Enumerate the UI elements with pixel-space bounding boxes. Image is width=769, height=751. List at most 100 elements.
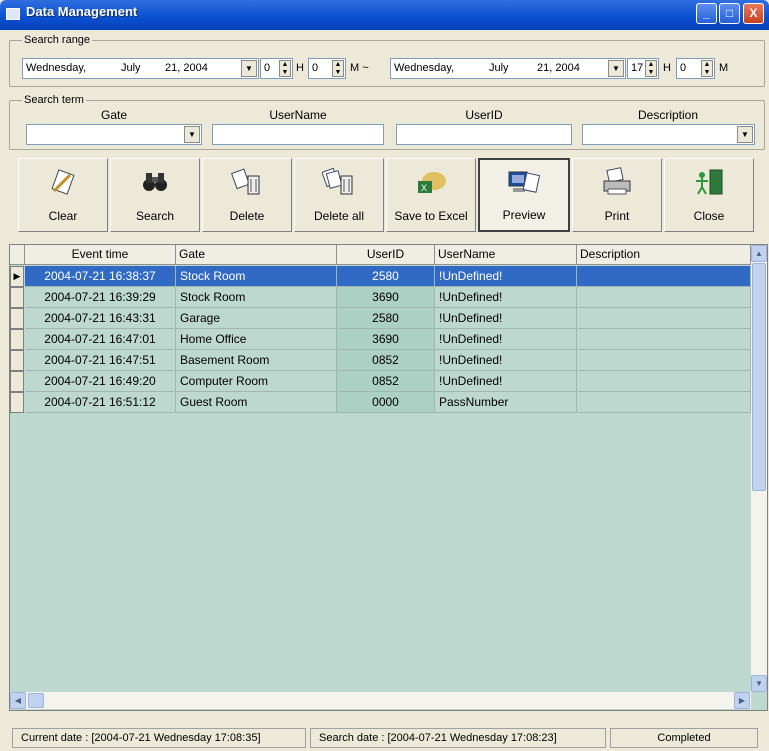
gate-combo[interactable]: ▼ xyxy=(26,124,202,145)
table-row[interactable]: 2004-07-21 16:49:20 Computer Room 0852 !UnD… xyxy=(10,371,751,392)
maximize-button[interactable]: □ xyxy=(719,3,740,24)
table-row[interactable]: 2004-07-21 16:47:51 Basement Room 0852 !UnD… xyxy=(10,350,751,371)
cell-description[interactable] xyxy=(577,392,751,413)
clear-icon xyxy=(46,167,80,197)
cell-username[interactable]: !UnDefined! xyxy=(435,329,577,350)
spin-arrows-icon[interactable]: ▲ ▼ xyxy=(279,60,291,77)
cell-time[interactable]: 2004-07-21 16:38:37 xyxy=(25,266,176,287)
cell-gate[interactable]: Guest Room xyxy=(176,392,337,413)
close-window-button[interactable]: X xyxy=(743,3,764,24)
cell-userid[interactable]: 2580 xyxy=(337,308,435,329)
cell-description[interactable] xyxy=(577,329,751,350)
start-hour-spinner[interactable]: 0 ▲ ▼ xyxy=(260,58,293,79)
column-header-userid[interactable]: UserID xyxy=(337,245,435,265)
horizontal-scrollbar[interactable]: ◀ ▶ xyxy=(10,692,751,709)
cell-username[interactable]: !UnDefined! xyxy=(435,287,577,308)
end-date-picker[interactable]: Wednesday, July 21, 2004 ▼ xyxy=(390,58,626,79)
userid-input[interactable] xyxy=(396,124,572,145)
scroll-up-icon[interactable]: ▲ xyxy=(751,245,767,262)
clear-button[interactable]: Clear xyxy=(18,158,108,232)
minimize-button[interactable]: _ xyxy=(696,3,717,24)
cell-description[interactable] xyxy=(577,371,751,392)
table-row[interactable]: 2004-07-21 16:51:12 Guest Room 0000 PassNum… xyxy=(10,392,751,413)
delete-all-button[interactable]: Delete all xyxy=(294,158,384,232)
chevron-down-icon[interactable]: ▼ xyxy=(241,60,257,77)
printer-icon xyxy=(600,167,634,197)
end-minute-spinner[interactable]: 0 ▲ ▼ xyxy=(676,58,715,79)
row-indicator[interactable] xyxy=(10,350,24,371)
column-header-event-time[interactable]: Event time xyxy=(25,245,176,265)
search-button[interactable]: Search xyxy=(110,158,200,232)
cell-time[interactable]: 2004-07-21 16:49:20 xyxy=(25,371,176,392)
row-indicator[interactable] xyxy=(10,371,24,392)
end-hour-spinner[interactable]: 17 ▲ ▼ xyxy=(627,58,659,79)
cell-username[interactable]: !UnDefined! xyxy=(435,308,577,329)
cell-gate[interactable]: Stock Room xyxy=(176,266,337,287)
vertical-scroll-thumb[interactable] xyxy=(752,263,766,491)
cell-userid[interactable]: 2580 xyxy=(337,266,435,287)
spin-arrows-icon[interactable]: ▲ ▼ xyxy=(645,60,657,77)
username-input[interactable] xyxy=(212,124,384,145)
row-indicator[interactable] xyxy=(10,308,24,329)
table-row[interactable]: ▶ 2004-07-21 16:38:37 Stock Room 2580 !UnDef… xyxy=(10,266,751,287)
horizontal-scroll-thumb[interactable] xyxy=(28,693,44,708)
event-data-grid[interactable]: Event time Gate UserID UserName Descript… xyxy=(9,244,768,711)
cell-username[interactable]: !UnDefined! xyxy=(435,266,577,287)
cell-description[interactable] xyxy=(577,287,751,308)
chevron-down-icon[interactable]: ▼ xyxy=(184,126,200,143)
title-bar[interactable]: Data Management _ □ X xyxy=(0,0,769,30)
cell-userid[interactable]: 0852 xyxy=(337,371,435,392)
scroll-left-icon[interactable]: ◀ xyxy=(10,692,26,709)
scroll-right-icon[interactable]: ▶ xyxy=(734,692,750,709)
cell-description[interactable] xyxy=(577,308,751,329)
cell-gate[interactable]: Basement Room xyxy=(176,350,337,371)
cell-time[interactable]: 2004-07-21 16:43:31 xyxy=(25,308,176,329)
print-button[interactable]: Print xyxy=(572,158,662,232)
cell-userid[interactable]: 3690 xyxy=(337,287,435,308)
cell-gate[interactable]: Stock Room xyxy=(176,287,337,308)
spin-arrows-icon[interactable]: ▲ ▼ xyxy=(332,60,344,77)
save-to-excel-button[interactable]: X Save to Excel xyxy=(386,158,476,232)
table-row[interactable]: 2004-07-21 16:39:29 Stock Room 3690 !UnDefi… xyxy=(10,287,751,308)
cell-time[interactable]: 2004-07-21 16:39:29 xyxy=(25,287,176,308)
cell-description[interactable] xyxy=(577,266,751,287)
close-button[interactable]: Close xyxy=(664,158,754,232)
column-header-gate[interactable]: Gate xyxy=(176,245,337,265)
scroll-down-icon[interactable]: ▼ xyxy=(751,675,767,692)
cell-gate[interactable]: Computer Room xyxy=(176,371,337,392)
start-date-picker[interactable]: Wednesday, July 21, 2004 ▼ xyxy=(22,58,259,79)
cell-gate[interactable]: Garage xyxy=(176,308,337,329)
chevron-down-icon[interactable]: ▼ xyxy=(737,126,753,143)
vertical-scrollbar[interactable]: ▲ ▼ xyxy=(751,245,767,692)
table-row[interactable]: 2004-07-21 16:47:01 Home Office 3690 !UnDef… xyxy=(10,329,751,350)
cell-description[interactable] xyxy=(577,350,751,371)
column-header-description[interactable]: Description xyxy=(577,245,751,265)
data-management-window: Data Management _ □ X Search range Wedne… xyxy=(0,0,769,751)
spin-arrows-icon[interactable]: ▲ ▼ xyxy=(701,60,713,77)
cell-username[interactable]: !UnDefined! xyxy=(435,371,577,392)
row-pointer-icon[interactable]: ▶ xyxy=(10,266,24,287)
excel-icon: X xyxy=(414,167,448,197)
cell-username[interactable]: !UnDefined! xyxy=(435,350,577,371)
cell-userid[interactable]: 3690 xyxy=(337,329,435,350)
cell-time[interactable]: 2004-07-21 16:51:12 xyxy=(25,392,176,413)
row-indicator[interactable] xyxy=(10,287,24,308)
cell-time[interactable]: 2004-07-21 16:47:01 xyxy=(25,329,176,350)
cell-gate[interactable]: Home Office xyxy=(176,329,337,350)
start-minute-spinner[interactable]: 0 ▲ ▼ xyxy=(308,58,346,79)
column-header-username[interactable]: UserName xyxy=(435,245,577,265)
table-row[interactable]: 2004-07-21 16:43:31 Garage 2580 !UnDefined! xyxy=(10,308,751,329)
cell-userid[interactable]: 0852 xyxy=(337,350,435,371)
username-header: UserName xyxy=(269,108,327,122)
cell-username[interactable]: PassNumber xyxy=(435,392,577,413)
preview-button[interactable]: Preview xyxy=(478,158,570,232)
row-indicator[interactable] xyxy=(10,392,24,413)
description-combo[interactable]: ▼ xyxy=(582,124,755,145)
row-indicator[interactable] xyxy=(10,329,24,350)
indicator-header xyxy=(10,245,25,265)
chevron-down-icon[interactable]: ▼ xyxy=(608,60,624,77)
cell-userid[interactable]: 0000 xyxy=(337,392,435,413)
cell-time[interactable]: 2004-07-21 16:47:51 xyxy=(25,350,176,371)
status-current-date: Current date : [2004-07-21 Wednesday 17:… xyxy=(12,728,306,748)
delete-button[interactable]: Delete xyxy=(202,158,292,232)
